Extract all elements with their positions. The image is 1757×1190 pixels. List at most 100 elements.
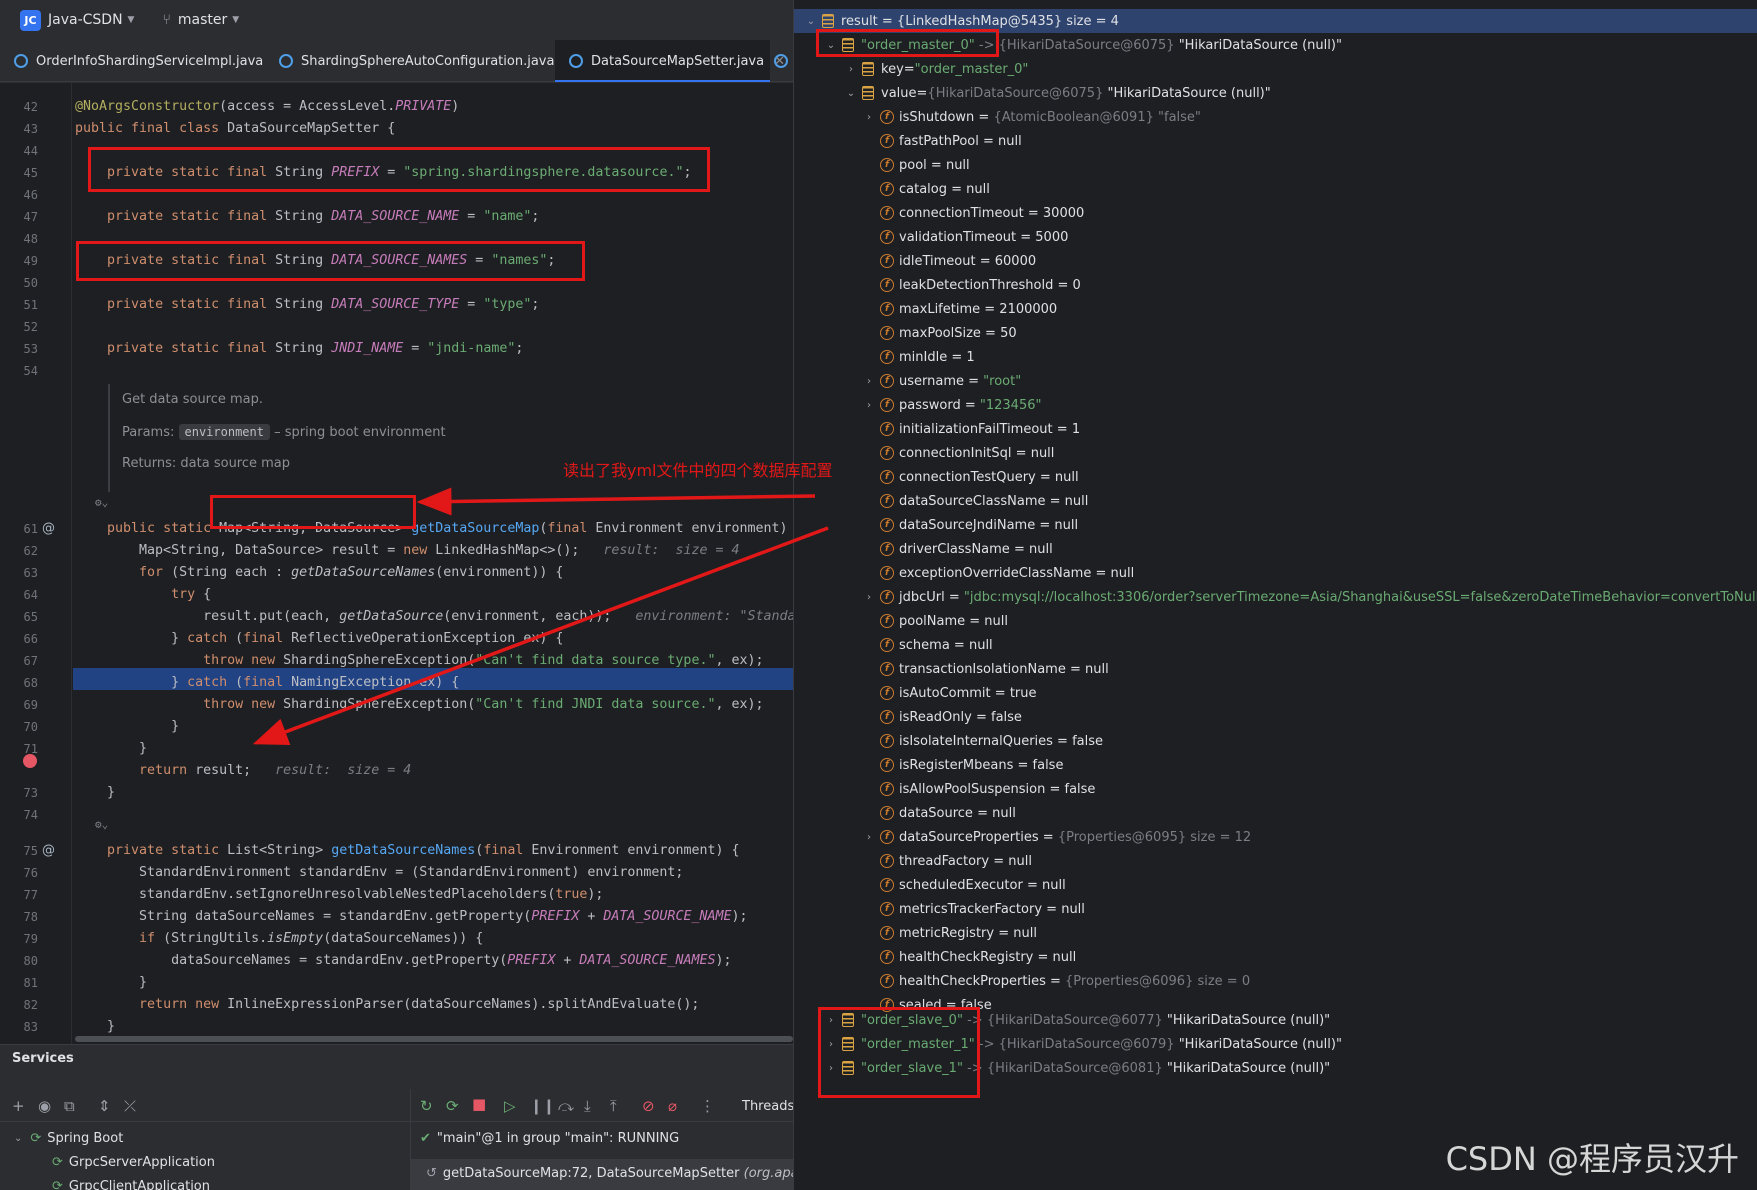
variable-row-field[interactable]: f connectionInitSql = null bbox=[862, 441, 1054, 465]
variable-row-field[interactable]: f maxLifetime = 2100000 bbox=[862, 297, 1057, 321]
variable-row-field[interactable]: f dataSource = null bbox=[862, 801, 1016, 825]
tab-shardingsphere[interactable]: ShardingSphereAutoConfiguration.java bbox=[265, 40, 555, 82]
variable-row-field[interactable]: f dataSourceJndiName = null bbox=[862, 513, 1078, 537]
thread-selector[interactable]: ✔ "main"@1 in group "main": RUNNING bbox=[420, 1131, 679, 1146]
variable-row-value[interactable]: ⌄ value = {HikariDataSource@6075} "Hikar… bbox=[844, 81, 1271, 105]
variable-row-key[interactable]: › key = "order_master_0" bbox=[844, 57, 1028, 81]
variable-row-field[interactable]: f healthCheckRegistry = null bbox=[862, 945, 1076, 969]
view-breakpoints-icon[interactable]: ⊘ bbox=[642, 1097, 655, 1115]
tab-threads[interactable]: Threads bbox=[742, 1099, 794, 1114]
code-line: String dataSourceNames = standardEnv.get… bbox=[75, 909, 748, 924]
stop-icon[interactable]: ■ bbox=[472, 1095, 486, 1113]
variable-row-field[interactable]: › f jdbcUrl = "jdbc:mysql://localhost:3306… bbox=[862, 585, 1757, 609]
code-line: private static List<String> getDataSourc… bbox=[107, 843, 740, 858]
variable-row-field[interactable]: f poolName = null bbox=[862, 609, 1008, 633]
field-icon: f bbox=[880, 830, 894, 844]
variable-row-field[interactable]: › f username = "root" bbox=[862, 369, 1021, 393]
step-out-icon[interactable]: ⤒ bbox=[610, 1097, 617, 1115]
new-tab-icon[interactable]: ⧉ bbox=[64, 1097, 75, 1115]
step-over-icon[interactable]: ⤼ bbox=[558, 1097, 574, 1115]
horizontal-scrollbar[interactable] bbox=[75, 1036, 793, 1042]
variable-row-field[interactable]: f scheduledExecutor = null bbox=[862, 873, 1066, 897]
variable-row-field[interactable]: f isAutoCommit = true bbox=[862, 681, 1037, 705]
pause-icon[interactable]: ❙❙ bbox=[530, 1097, 555, 1115]
variable-row-field[interactable]: f catalog = null bbox=[862, 177, 990, 201]
field-icon: f bbox=[880, 494, 894, 508]
field-value: null bbox=[1061, 901, 1085, 917]
tree-item-grpc-client[interactable]: ⟳ GrpcClientApplication bbox=[52, 1179, 210, 1190]
variable-row-field[interactable]: f metricsTrackerFactory = null bbox=[862, 897, 1085, 921]
variable-row-field[interactable]: f healthCheckProperties = {Properties@609… bbox=[862, 969, 1250, 993]
field-icon: f bbox=[880, 686, 894, 700]
entry-value: "HikariDataSource (null)" bbox=[1166, 1060, 1331, 1076]
project-selector[interactable]: JC Java-CSDN ▼ bbox=[20, 9, 134, 31]
variable-row-field[interactable]: f leakDetectionThreshold = 0 bbox=[862, 273, 1081, 297]
step-into-icon[interactable]: ⤓ bbox=[584, 1097, 591, 1115]
variable-row-field[interactable]: f maxPoolSize = 50 bbox=[862, 321, 1017, 345]
override-marker-icon[interactable]: @ bbox=[42, 840, 55, 862]
code-editor[interactable]: 42 43 44 45 46 47 48 49 50 51 52 53 54 6… bbox=[0, 82, 793, 1044]
tree-item-spring-boot[interactable]: ⌄ ⟳ Spring Boot bbox=[14, 1131, 123, 1146]
variable-row-field[interactable]: f connectionTestQuery = null bbox=[862, 465, 1079, 489]
stack-frame[interactable]: ↺ getDataSourceMap:72, DataSourceMapSett… bbox=[426, 1166, 833, 1181]
variable-row-field[interactable]: f transactionIsolationName = null bbox=[862, 657, 1109, 681]
variable-row-field[interactable]: › f password = "123456" bbox=[862, 393, 1041, 417]
line-number: 48 bbox=[23, 232, 38, 246]
tab-orderinfo[interactable]: OrderInfoShardingServiceImpl.java bbox=[0, 40, 265, 82]
mute-breakpoints-icon[interactable]: ⌀ bbox=[668, 1097, 677, 1115]
variable-row-field[interactable]: f isIsolateInternalQueries = false bbox=[862, 729, 1103, 753]
variable-row-field[interactable]: › f dataSourceProperties = {Properties@609… bbox=[862, 825, 1251, 849]
variable-row-field[interactable]: f connectionTimeout = 30000 bbox=[862, 201, 1084, 225]
variable-row-field[interactable]: f minIdle = 1 bbox=[862, 345, 975, 369]
tab-more[interactable] bbox=[770, 40, 793, 82]
code-line: } bbox=[75, 785, 116, 800]
field-value: "root" bbox=[983, 373, 1022, 389]
variable-row-field[interactable]: f isAllowPoolSuspension = false bbox=[862, 777, 1095, 801]
inlay-hints-icon[interactable]: ⚙⌄ bbox=[95, 814, 108, 836]
variable-row-field[interactable]: f metricRegistry = null bbox=[862, 921, 1037, 945]
variable-row-field[interactable]: f pool = null bbox=[862, 153, 970, 177]
variable-row-field[interactable]: › f isShutdown = {AtomicBoolean@6091} "fal… bbox=[862, 105, 1201, 129]
field-value: "123456" bbox=[979, 397, 1042, 413]
field-name: threadFactory bbox=[899, 853, 990, 869]
variable-row-field[interactable]: f dataSourceClassName = null bbox=[862, 489, 1088, 513]
expand-all-icon[interactable]: ⇕ bbox=[98, 1097, 111, 1115]
variable-row-field[interactable]: f exceptionOverrideClassName = null bbox=[862, 561, 1134, 585]
code-line: public final class DataSourceMapSetter { bbox=[75, 121, 396, 136]
override-marker-icon[interactable]: @ bbox=[42, 518, 55, 540]
variable-row-field[interactable]: f idleTimeout = 60000 bbox=[862, 249, 1036, 273]
entry-value: "HikariDataSource (null)" bbox=[1178, 1036, 1342, 1052]
variable-row-field[interactable]: f isRegisterMbeans = false bbox=[862, 753, 1063, 777]
field-name: key bbox=[881, 61, 904, 77]
tree-item-grpc-server[interactable]: ⟳ GrpcServerApplication bbox=[52, 1155, 215, 1170]
resume-icon[interactable]: ▷ bbox=[504, 1097, 516, 1115]
breakpoint-icon[interactable] bbox=[23, 754, 37, 768]
field-value: false bbox=[1072, 733, 1104, 749]
rerun-icon[interactable]: ↻ bbox=[420, 1097, 433, 1115]
more-icon[interactable]: ⋮ bbox=[700, 1097, 715, 1115]
eye-icon[interactable]: ◉ bbox=[38, 1097, 51, 1115]
line-gutter: 42 43 44 45 46 47 48 49 50 51 52 53 54 6… bbox=[0, 82, 72, 1044]
entry-arrow: -> bbox=[978, 1036, 995, 1052]
tab-datasourcemapsetter[interactable]: DataSourceMapSetter.java ✕ bbox=[555, 40, 785, 83]
field-icon: f bbox=[880, 326, 894, 340]
variable-row-field[interactable]: f threadFactory = null bbox=[862, 849, 1032, 873]
variable-row-field[interactable]: f validationTimeout = 5000 bbox=[862, 225, 1068, 249]
restart-icon[interactable]: ⟳ bbox=[446, 1097, 459, 1115]
code-line: } bbox=[75, 975, 148, 990]
variable-row-field[interactable]: f initializationFailTimeout = 1 bbox=[862, 417, 1080, 441]
field-name: fastPathPool bbox=[899, 133, 979, 149]
field-icon: f bbox=[880, 638, 894, 652]
field-eq: = bbox=[903, 61, 915, 77]
variable-row-field[interactable]: f driverClassName = null bbox=[862, 537, 1053, 561]
variable-row-field[interactable]: f fastPathPool = null bbox=[862, 129, 1022, 153]
add-icon[interactable]: + bbox=[12, 1097, 25, 1115]
inlay-hints-icon[interactable]: ⚙⌄ bbox=[95, 492, 108, 514]
collapse-all-icon[interactable]: ⤫ bbox=[124, 1097, 136, 1115]
variable-row-field[interactable]: f schema = null bbox=[862, 633, 993, 657]
branch-selector[interactable]: ⑂ master ▼ bbox=[162, 12, 239, 28]
field-icon: f bbox=[880, 446, 894, 460]
line-number: 74 bbox=[23, 808, 38, 822]
variable-row-field[interactable]: f isReadOnly = false bbox=[862, 705, 1022, 729]
services-panel: Services + ◉ ⧉ ⇕ ⤫ ↻ ⟳ ■ ▷ ❙❙ ⤼ ⤓ ⤒ ⊘ ⌀ … bbox=[0, 1044, 833, 1190]
